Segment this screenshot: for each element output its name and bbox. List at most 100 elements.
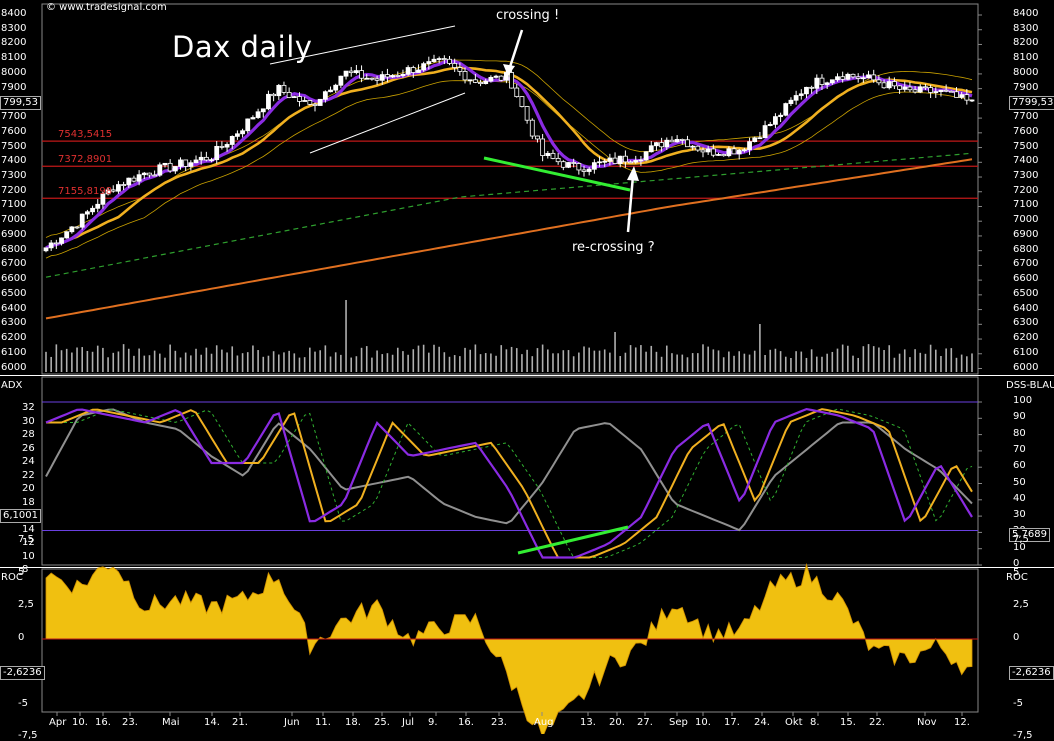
price-tick-right: 8300 — [1013, 22, 1039, 34]
price-tick-left: 6300 — [1, 317, 27, 329]
price-tick-right: 7500 — [1013, 140, 1039, 152]
candle-body — [416, 69, 421, 73]
candle-body — [193, 159, 199, 164]
candle-body — [747, 141, 752, 151]
candle-body — [276, 84, 282, 97]
gold-ma-line — [45, 66, 973, 249]
candle-body — [353, 70, 359, 74]
candle-body — [271, 93, 277, 97]
watermark: © www.tradesignal.com — [46, 2, 167, 13]
candle-body — [576, 163, 582, 171]
candle-body — [674, 139, 680, 143]
adx-panel-frame — [41, 376, 979, 566]
candle-body — [938, 89, 944, 93]
candle-body — [90, 207, 95, 213]
x-axis-label: Jun — [284, 717, 300, 728]
price-tick-left: 6700 — [1, 258, 27, 270]
candle-body — [871, 74, 877, 81]
candle-body — [493, 75, 499, 78]
candle-body — [188, 162, 194, 167]
candle-body — [793, 95, 799, 101]
candle-body — [969, 99, 975, 102]
chart-title: Dax daily — [172, 30, 313, 64]
candle-body — [441, 58, 447, 60]
candle-body — [385, 74, 390, 78]
candle-body — [48, 242, 54, 249]
price-tick-right: 6900 — [1013, 228, 1039, 240]
price-tick-right: 7300 — [1013, 170, 1039, 182]
candle-body — [488, 76, 494, 82]
candle-body — [886, 81, 892, 89]
candle-body — [741, 149, 747, 152]
candle-body — [897, 85, 902, 90]
candle-body — [266, 93, 271, 110]
candle-body — [773, 116, 778, 125]
candle-body — [447, 58, 452, 64]
candle-body — [509, 72, 514, 89]
candle-body — [400, 73, 406, 77]
x-axis-label: 9. — [428, 717, 438, 728]
candle-body — [721, 154, 727, 157]
candle-body — [95, 203, 101, 209]
price-tick-right: 8200 — [1013, 37, 1039, 49]
candle-body — [571, 162, 577, 164]
roc-tick-left: 0 — [18, 632, 25, 643]
candle-body — [819, 77, 825, 85]
dss-gold-line — [46, 408, 973, 559]
candle-body — [157, 164, 163, 176]
roc-tick-right: -5 — [1013, 697, 1023, 709]
candle-body — [581, 169, 587, 172]
x-axis-label: 10. — [695, 717, 711, 728]
candle-body — [69, 226, 75, 233]
candle-body — [928, 87, 934, 93]
price-tick-left: 6600 — [1, 273, 27, 285]
candle-body — [731, 148, 737, 155]
candle-body — [752, 137, 758, 143]
price-tick-left: 6800 — [1, 243, 27, 255]
candle-body — [312, 103, 318, 106]
candle-body — [690, 145, 696, 148]
trendline-lower — [309, 92, 466, 154]
candle-body — [685, 139, 690, 148]
candle-body — [726, 148, 732, 157]
price-tick-left: 8100 — [1, 52, 27, 64]
x-axis-label: 22. — [869, 717, 885, 728]
candle-body — [959, 94, 965, 98]
candle-body — [235, 133, 240, 137]
green-trend-marker — [483, 156, 631, 192]
candle-body — [814, 77, 820, 89]
candle-body — [214, 145, 220, 161]
candle-body — [643, 151, 649, 161]
x-axis-label: Apr — [49, 717, 67, 728]
price-tick-right: 6800 — [1013, 243, 1039, 255]
candle-body — [255, 111, 261, 118]
roc-name-right: ROC — [1006, 572, 1028, 583]
candle-body — [483, 80, 489, 85]
candle-body — [172, 166, 178, 172]
recrossing-arrow-head — [627, 166, 639, 181]
candle-body — [379, 74, 385, 81]
candle-body — [783, 103, 789, 116]
candle-body — [64, 231, 70, 239]
dss-purple-line — [45, 407, 973, 559]
candle-body — [850, 73, 856, 78]
candle-body — [167, 162, 173, 172]
price-tick-right: 7600 — [1013, 125, 1039, 137]
candle-body — [679, 139, 685, 141]
candle-body — [462, 71, 468, 81]
price-tick-left: 8200 — [1, 37, 27, 49]
candle-body — [943, 89, 949, 92]
x-axis-label: 27. — [637, 717, 653, 728]
candle-body — [229, 135, 235, 145]
candle-body — [152, 174, 158, 177]
price-tick-right: 6700 — [1013, 258, 1039, 270]
adx-line — [45, 408, 973, 532]
candle-body — [555, 157, 561, 163]
purple-ma-line — [45, 59, 973, 250]
envelope-upper-line — [45, 59, 973, 238]
candle-body — [705, 148, 711, 153]
candle-body — [183, 159, 189, 167]
candle-body — [359, 70, 364, 79]
candle-body — [452, 63, 458, 68]
candle-body — [374, 78, 380, 81]
